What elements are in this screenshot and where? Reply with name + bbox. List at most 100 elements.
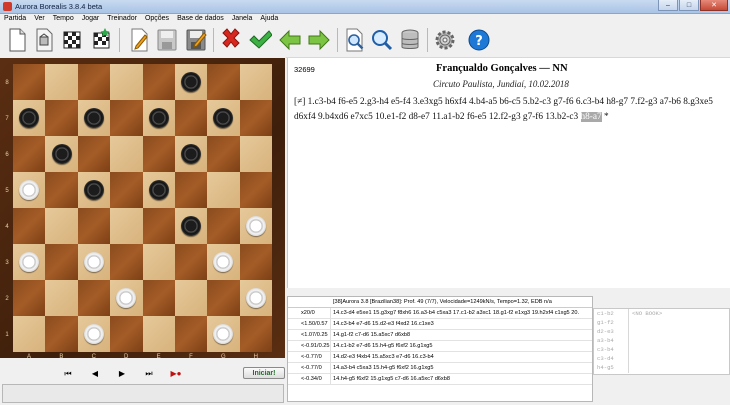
square-c2[interactable] xyxy=(77,280,111,316)
square-d7[interactable] xyxy=(110,100,143,136)
previous-move-button[interactable]: ◀ xyxy=(88,368,102,380)
square-g6[interactable] xyxy=(207,136,240,172)
start-button[interactable]: Iniciar! xyxy=(243,367,285,379)
engine-line[interactable]: <-0.34/0 14.h4-g5 f6xf2 15.g1xg5 c7-d6 16… xyxy=(288,374,592,385)
database-icon[interactable] xyxy=(398,27,422,53)
search-document-icon[interactable] xyxy=(343,27,367,53)
confirm-icon[interactable] xyxy=(248,27,273,53)
board-star-icon[interactable] xyxy=(89,27,113,53)
square-a6[interactable] xyxy=(13,136,46,172)
white-piece[interactable] xyxy=(19,180,40,200)
new-document-icon[interactable] xyxy=(5,27,29,53)
delete-icon[interactable] xyxy=(219,27,243,53)
square-h7[interactable] xyxy=(239,100,272,136)
square-c6[interactable] xyxy=(77,136,111,172)
menu-base-de-dados[interactable]: Base de dados xyxy=(173,14,228,24)
square-g7[interactable] xyxy=(207,100,240,136)
white-piece[interactable] xyxy=(83,324,104,344)
arrow-back-icon[interactable] xyxy=(278,27,302,53)
square-e8[interactable] xyxy=(142,64,175,100)
menu-ver[interactable]: Ver xyxy=(30,14,49,24)
square-b6[interactable] xyxy=(45,136,78,172)
square-e6[interactable] xyxy=(142,136,175,172)
square-h6[interactable] xyxy=(239,136,272,172)
white-piece[interactable] xyxy=(245,288,266,308)
last-move-button[interactable]: ⏭ xyxy=(142,368,156,380)
square-c3[interactable] xyxy=(77,244,111,280)
close-button[interactable]: ✕ xyxy=(700,0,728,11)
square-f6[interactable] xyxy=(174,136,208,172)
square-b4[interactable] xyxy=(45,208,78,244)
square-b7[interactable] xyxy=(45,100,78,136)
move-list[interactable]: [≠] 1.c3-b4 f6-e5 2.g3-h4 e5-f4 3.e3xg5 … xyxy=(294,95,719,124)
square-d5[interactable] xyxy=(110,172,143,208)
book-move[interactable]: h4-g5 xyxy=(597,364,614,371)
square-b8[interactable] xyxy=(45,64,78,100)
white-piece[interactable] xyxy=(116,288,137,308)
menu-opcoes[interactable]: Opções xyxy=(141,14,173,24)
square-h4[interactable] xyxy=(239,208,272,244)
square-f5[interactable] xyxy=(174,172,208,208)
next-move-button[interactable]: ▶ xyxy=(115,368,129,380)
square-f2[interactable] xyxy=(174,280,208,316)
menu-ajuda[interactable]: Ajuda xyxy=(256,14,282,24)
square-a8[interactable] xyxy=(13,64,46,100)
minimize-button[interactable]: – xyxy=(658,0,678,11)
square-b1[interactable] xyxy=(45,316,78,352)
current-move[interactable]: h8-a7 xyxy=(580,111,602,122)
first-move-button[interactable]: ⏮ xyxy=(61,368,75,380)
white-piece[interactable] xyxy=(213,252,234,272)
engine-line[interactable]: <-0.77/0 14.d2-e3 f4xb4 15.a5xc3 e7-d6 16… xyxy=(288,352,592,363)
square-g2[interactable] xyxy=(207,280,240,316)
menu-partida[interactable]: Partida xyxy=(0,14,30,24)
square-c5[interactable] xyxy=(77,172,111,208)
square-b2[interactable] xyxy=(45,280,78,316)
book-move[interactable]: d2-e3 xyxy=(597,328,614,335)
save-as-icon[interactable] xyxy=(184,27,208,53)
square-d8[interactable] xyxy=(110,64,143,100)
square-e7[interactable] xyxy=(142,100,175,136)
square-g5[interactable] xyxy=(207,172,240,208)
board-icon[interactable] xyxy=(60,27,84,53)
square-d3[interactable] xyxy=(110,244,143,280)
square-h5[interactable] xyxy=(239,172,272,208)
engine-line[interactable]: <-0.91/0.25 14.c1-b2 e7-d6 15.h4-g5 f6xf2… xyxy=(288,341,592,352)
square-h2[interactable] xyxy=(239,280,272,316)
menu-janela[interactable]: Janela xyxy=(228,14,257,24)
book-move[interactable]: g1-f2 xyxy=(597,319,614,326)
black-piece[interactable] xyxy=(181,144,202,164)
square-h8[interactable] xyxy=(239,64,272,100)
checkers-board[interactable] xyxy=(13,64,272,352)
arrow-forward-icon[interactable] xyxy=(307,27,331,53)
white-piece[interactable] xyxy=(213,324,234,344)
pencil-icon[interactable] xyxy=(127,27,151,53)
square-e3[interactable] xyxy=(142,244,175,280)
square-d2[interactable] xyxy=(110,280,143,316)
square-b3[interactable] xyxy=(45,244,78,280)
engine-line[interactable]: <-0.77/0 14.a3-b4 c5xa3 15.h4-g5 f6xf2 16… xyxy=(288,363,592,374)
square-d4[interactable] xyxy=(110,208,143,244)
square-a4[interactable] xyxy=(13,208,46,244)
play-record-button[interactable]: ▶● xyxy=(169,368,183,380)
square-f4[interactable] xyxy=(174,208,208,244)
square-g8[interactable] xyxy=(207,64,240,100)
square-c7[interactable] xyxy=(77,100,111,136)
square-c4[interactable] xyxy=(77,208,111,244)
square-f3[interactable] xyxy=(174,244,208,280)
square-e2[interactable] xyxy=(142,280,175,316)
square-f8[interactable] xyxy=(174,64,208,100)
maximize-button[interactable]: □ xyxy=(679,0,699,11)
square-e5[interactable] xyxy=(142,172,175,208)
black-piece[interactable] xyxy=(148,180,169,200)
engine-line[interactable]: x20/0 14.c3-d4 e5xe1 15.g3xg7 f8xh6 16.a3… xyxy=(288,308,592,319)
edit-position-icon[interactable] xyxy=(32,27,56,53)
square-e1[interactable] xyxy=(142,316,175,352)
black-piece[interactable] xyxy=(83,108,104,128)
book-move[interactable]: c1-b2 xyxy=(597,310,614,317)
engine-line[interactable]: <1.50/0.57 14.c3-b4 e7-d6 15.d2-e3 f4xd2 … xyxy=(288,319,592,330)
square-e4[interactable] xyxy=(142,208,175,244)
square-f7[interactable] xyxy=(174,100,208,136)
help-icon[interactable]: ? xyxy=(467,27,491,53)
gear-icon[interactable] xyxy=(433,27,457,53)
square-d1[interactable] xyxy=(110,316,143,352)
